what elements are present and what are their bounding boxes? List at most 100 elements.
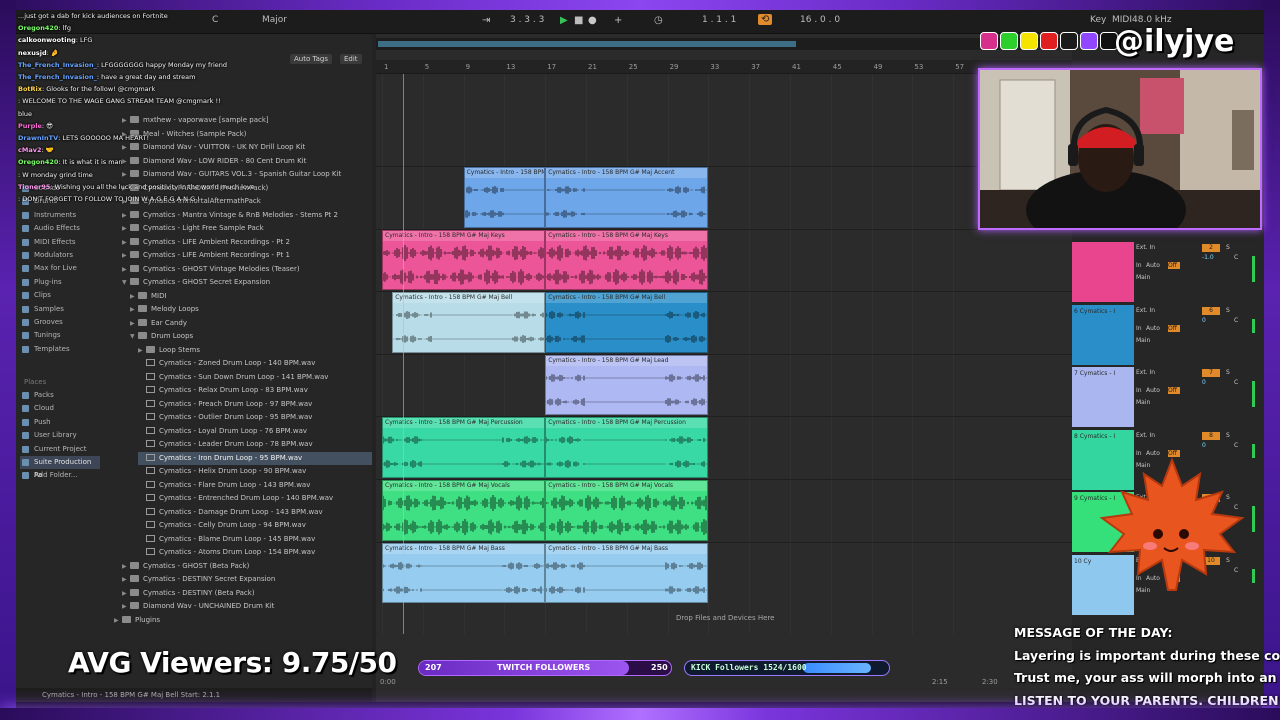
song-position[interactable]: 3 . 3 . 3 — [510, 15, 544, 25]
key-toggle[interactable]: Key — [1090, 15, 1106, 25]
snapchat-icon[interactable] — [1020, 32, 1038, 50]
folder-item[interactable]: ▶ Cymatics - LIFE Ambient Recordings - Pt… — [122, 249, 372, 262]
volume-field[interactable]: 0 — [1202, 379, 1224, 386]
output-select[interactable]: Main — [1136, 274, 1180, 281]
audio-clip[interactable]: Cymatics - Intro - 158 BPM G# Maj Lead — [545, 354, 709, 416]
output-select[interactable]: Main — [1136, 399, 1180, 406]
audio-clip[interactable]: Cymatics - Intro - 158 BPM G# Maj Accent — [545, 167, 709, 228]
folder-item[interactable]: ▶ Cymatics - DESTINY Secret Expansion — [122, 573, 372, 586]
monitor-off-button[interactable]: Off — [1168, 324, 1180, 332]
track-activator[interactable]: 7 — [1202, 369, 1220, 378]
pan-field[interactable]: C — [1234, 317, 1244, 324]
overview-selection[interactable] — [378, 41, 796, 47]
sample-file[interactable]: Cymatics - Blame Drum Loop - 145 BPM.wav — [138, 533, 372, 546]
folder-item[interactable]: ▶ Cymatics - Light Free Sample Pack — [122, 222, 372, 235]
audio-clip[interactable]: Cymatics - Intro - 158 BPM G# Maj Bell — [392, 292, 546, 353]
clip-title[interactable]: Cymatics - Intro - 158 BPM G# Maj Vocals — [383, 481, 545, 491]
volume-field[interactable]: -1.0 — [1202, 254, 1224, 261]
clip-title[interactable]: Cymatics - Intro - 158 BPM G# Maj Bass — [383, 543, 545, 554]
loop-start[interactable]: 1 . 1 . 1 — [702, 15, 736, 25]
sample-file[interactable]: Cymatics - Flare Drum Loop - 143 BPM.wav — [138, 479, 372, 492]
sample-file[interactable]: Cymatics - Zoned Drum Loop - 140 BPM.wav — [138, 357, 372, 370]
audio-clip[interactable]: Cymatics - Intro - 158 BPM G# Maj Bass — [545, 542, 709, 604]
track-activator[interactable]: 6 — [1202, 306, 1220, 315]
chevron-right-icon[interactable]: ▶ — [122, 573, 130, 586]
folder-item[interactable]: ▶ Loop Stems — [138, 344, 372, 357]
sample-file[interactable]: Cymatics - Damage Drum Loop - 143 BPM.wa… — [138, 506, 372, 519]
folder-item[interactable]: ▶ Cymatics - DESTINY (Beta Pack) — [122, 587, 372, 600]
chevron-right-icon[interactable]: ▶ — [122, 263, 130, 276]
edit-button[interactable]: Edit — [340, 54, 362, 64]
sidebar-item-audio-effects[interactable]: Audio Effects — [20, 222, 100, 235]
folder-item[interactable]: ▶ MIDI — [130, 290, 372, 303]
places-item[interactable]: User Library — [20, 429, 100, 442]
follow-icon[interactable]: ⇥ — [482, 15, 490, 26]
folder-item[interactable]: ▶ Cymatics - Mantra Vintage & RnB Melodie… — [122, 209, 372, 222]
sidebar-item-tunings[interactable]: Tunings — [20, 329, 100, 342]
sample-file[interactable]: Cymatics - Leader Drum Loop - 78 BPM.wav — [138, 438, 372, 451]
audio-clip[interactable]: Cymatics - Intro - 158 BPM G# Maj Percus… — [545, 417, 709, 478]
audio-clip[interactable]: Cymatics - Intro - 158 BPM G# Maj Bell — [545, 292, 709, 353]
sidebar-item-max-for-live[interactable]: Max for Live — [20, 262, 100, 275]
sidebar-item-clips[interactable]: Clips — [20, 289, 100, 302]
clip-title[interactable]: Cymatics - Intro - 158 BPM G# Maj Percus… — [546, 418, 708, 429]
track-header[interactable] — [1072, 242, 1134, 302]
metronome-icon[interactable]: ◷ — [654, 15, 663, 26]
audio-clip[interactable]: Cymatics - Intro - 158 BPM G# Maj Keys — [382, 229, 546, 291]
track-activator[interactable]: 2 — [1202, 244, 1220, 252]
loop-toggle-icon[interactable]: ⟲ — [758, 14, 773, 25]
sample-file[interactable]: Cymatics - Iron Drum Loop - 95 BPM.wav — [138, 451, 372, 465]
monitor-off-button[interactable]: Off — [1168, 387, 1180, 395]
audio-clip[interactable]: Cymatics - Intro - 158 BPM G# Maj Vocals — [545, 480, 709, 541]
instagram-icon[interactable] — [980, 32, 998, 50]
chevron-right-icon[interactable]: ▶ — [130, 290, 138, 303]
folder-item[interactable]: ▶ Cymatics - LIFE Ambient Recordings - Pt… — [122, 236, 372, 249]
sidebar-item-plug-ins[interactable]: Plug-ins — [20, 276, 100, 289]
solo-button[interactable]: S — [1226, 307, 1234, 314]
chevron-down-icon[interactable]: ▼ — [122, 276, 130, 289]
clip-title[interactable]: Cymatics - Intro - 158 BPM G# Maj Bell — [393, 293, 545, 304]
sample-file[interactable]: Cymatics - Entrenched Drum Loop - 140 BP… — [138, 492, 372, 505]
clip-title[interactable]: Cymatics - Intro - 158 BPM G# Maj Lead — [546, 355, 708, 366]
clip-title[interactable]: Cymatics - Intro - 158 BPM G# Maj Vocals — [546, 481, 708, 491]
folder-item[interactable]: ▶ Cymatics - GHOST Vintage Melodies (Teas… — [122, 263, 372, 276]
clip-title[interactable]: Cymatics - Intro - 158 BPM G# Maj Keys — [383, 230, 545, 241]
playhead[interactable] — [403, 74, 404, 634]
pan-field[interactable]: C — [1234, 442, 1244, 449]
sample-file[interactable]: Cymatics - Atoms Drum Loop - 154 BPM.wav — [138, 546, 372, 559]
play-button[interactable]: ▶ — [560, 15, 568, 26]
chevron-right-icon[interactable]: ▶ — [122, 209, 130, 222]
chevron-down-icon[interactable]: ▼ — [130, 330, 138, 343]
folder-item[interactable]: ▼ Cymatics - GHOST Secret Expansion — [122, 276, 372, 289]
input-type-select[interactable]: Ext. In — [1136, 432, 1180, 439]
add-icon[interactable]: + — [614, 15, 622, 26]
chevron-right-icon[interactable]: ▶ — [122, 222, 130, 235]
chevron-right-icon[interactable]: ▶ — [122, 600, 130, 613]
kick-icon[interactable] — [1000, 32, 1018, 50]
input-type-select[interactable]: Ext. In — [1136, 244, 1180, 251]
chevron-right-icon[interactable]: ▶ — [122, 236, 130, 249]
audio-clip[interactable]: Cymatics - Intro - 158 BPM G# Maj Vocals — [382, 480, 546, 541]
sample-file[interactable]: Cymatics - Celly Drum Loop - 94 BPM.wav — [138, 519, 372, 532]
sidebar-item-instruments[interactable]: Instruments — [20, 209, 100, 222]
clip-title[interactable]: Cymatics - Intro - 158 BPM G# Maj Percus… — [383, 418, 545, 429]
monitor-in-button[interactable]: In — [1136, 262, 1146, 269]
places-item[interactable]: Push — [20, 416, 100, 429]
places-item[interactable]: Cloud — [20, 402, 100, 415]
places-item[interactable]: Packs — [20, 389, 100, 402]
input-type-select[interactable]: Ext. In — [1136, 307, 1180, 314]
folder-item[interactable]: ▶ Diamond Wav - UNCHAINED Drum Kit — [122, 600, 372, 613]
chevron-right-icon[interactable]: ▶ — [114, 614, 122, 627]
monitor-in-button[interactable]: In — [1136, 387, 1146, 394]
loop-length[interactable]: 16 . 0 . 0 — [800, 15, 840, 25]
track-activator[interactable]: 8 — [1202, 431, 1220, 440]
clip-title[interactable]: Cymatics - Intro - 158 BPM G# Maj Bell — [546, 293, 708, 304]
sidebar-item-templates[interactable]: Templates — [20, 343, 100, 356]
monitor-in-button[interactable]: In — [1136, 325, 1146, 332]
monitor-off-button[interactable]: Off — [1168, 262, 1180, 269]
folder-item[interactable]: ▼ Drum Loops — [130, 330, 372, 343]
places-item[interactable]: Current Project — [20, 443, 100, 456]
clip-title[interactable]: Cymatics - Intro - 158 BPM G# Maj Keys — [546, 230, 708, 241]
solo-button[interactable]: S — [1226, 244, 1234, 251]
sample-file[interactable]: Cymatics - Preach Drum Loop - 97 BPM.wav — [138, 398, 372, 411]
